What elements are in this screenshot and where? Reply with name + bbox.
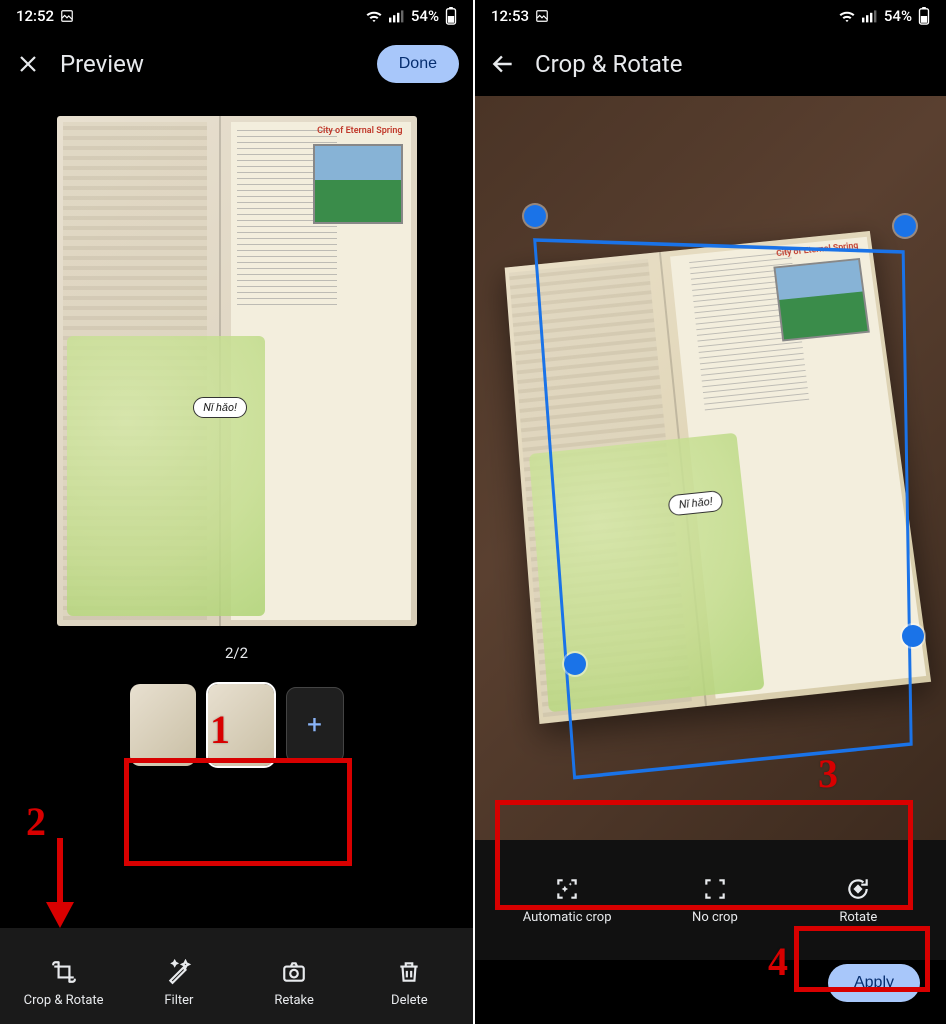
book-caption: City of Eternal Spring xyxy=(317,126,402,136)
crop-handle-tl[interactable] xyxy=(524,205,546,227)
trash-icon xyxy=(396,959,422,985)
retake-button[interactable]: Retake xyxy=(254,959,334,1008)
speech-bubble: Nǐ hǎo! xyxy=(193,397,247,418)
thumbnail-1[interactable] xyxy=(130,684,196,766)
screenshot-icon xyxy=(60,9,74,23)
crop-handle-tr[interactable] xyxy=(894,215,916,237)
header: Crop & Rotate xyxy=(475,32,946,96)
status-time: 12:53 xyxy=(491,7,529,25)
crop-rotate-button[interactable]: Crop & Rotate xyxy=(24,959,104,1008)
delete-button[interactable]: Delete xyxy=(369,959,449,1008)
wifi-icon xyxy=(838,9,856,23)
apply-button[interactable]: Apply xyxy=(828,964,920,1002)
status-bar: 12:52 54% xyxy=(0,0,473,32)
phone-crop: 12:53 54% Crop & Rotate City of Eternal … xyxy=(473,0,946,1024)
page-indicator: 2/2 xyxy=(225,644,248,662)
header: Preview Done xyxy=(0,32,473,96)
rotate-button[interactable]: Rotate xyxy=(818,876,898,925)
add-page-button[interactable]: + xyxy=(286,687,344,763)
crop-handle-bl[interactable] xyxy=(564,653,586,675)
crop-handle-br[interactable] xyxy=(902,625,924,647)
battery-text: 54% xyxy=(411,7,439,25)
signal-icon xyxy=(862,9,878,23)
status-bar: 12:53 54% xyxy=(475,0,946,32)
close-icon[interactable] xyxy=(14,50,42,78)
page-title: Crop & Rotate xyxy=(535,50,932,78)
wifi-icon xyxy=(365,9,383,23)
thumbnail-2[interactable] xyxy=(208,684,274,766)
status-time: 12:52 xyxy=(16,7,54,25)
apply-row: Apply xyxy=(475,960,946,1024)
scan-preview-image[interactable]: City of Eternal Spring Nǐ hǎo! xyxy=(57,116,417,626)
auto-crop-icon xyxy=(554,876,580,902)
no-crop-icon xyxy=(702,876,728,902)
no-crop-button[interactable]: No crop xyxy=(675,876,755,925)
done-button[interactable]: Done xyxy=(377,45,459,83)
phone-preview: 12:52 54% Preview Done City of Eternal S… xyxy=(0,0,473,1024)
magic-wand-icon xyxy=(166,959,192,985)
preview-area: City of Eternal Spring Nǐ hǎo! 2/2 + xyxy=(0,96,473,928)
rotate-icon xyxy=(845,876,871,902)
thumbnail-strip: + xyxy=(122,676,352,774)
crop-rotate-icon xyxy=(51,959,77,985)
screenshot-icon xyxy=(535,9,549,23)
crop-canvas[interactable]: City of Eternal Spring Nǐ hǎo! xyxy=(475,96,946,840)
filter-button[interactable]: Filter xyxy=(139,959,219,1008)
back-icon[interactable] xyxy=(489,50,517,78)
bottom-toolbar: Crop & Rotate Filter Retake Delete xyxy=(0,928,473,1024)
camera-icon xyxy=(281,959,307,985)
signal-icon xyxy=(389,9,405,23)
battery-text: 54% xyxy=(884,7,912,25)
battery-icon xyxy=(445,7,457,25)
battery-icon xyxy=(918,7,930,25)
automatic-crop-button[interactable]: Automatic crop xyxy=(523,876,612,925)
page-title: Preview xyxy=(60,50,359,78)
crop-toolbar: Automatic crop No crop Rotate xyxy=(475,840,946,960)
